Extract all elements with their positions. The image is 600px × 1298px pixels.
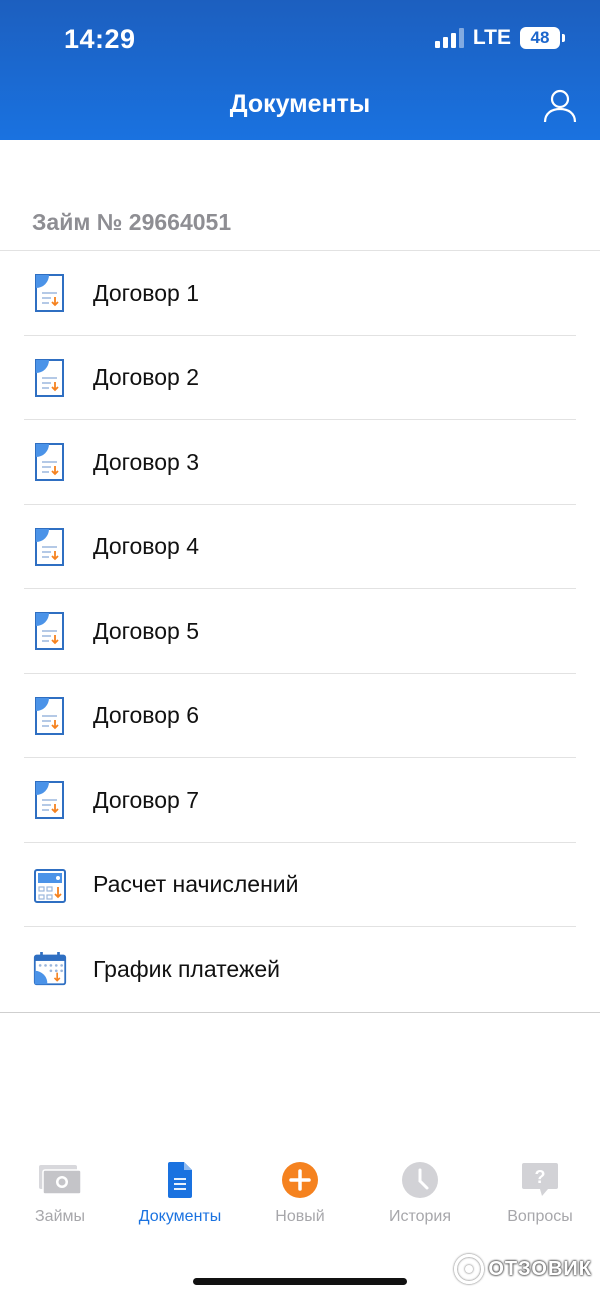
list-item[interactable]: График платежей (0, 927, 600, 1012)
list-item-label: График платежей (93, 955, 280, 982)
tab-loans[interactable]: Займы (0, 1160, 120, 1250)
tab-documents[interactable]: Документы (120, 1160, 240, 1250)
plus-circle-icon (277, 1160, 323, 1200)
list-item-label: Договор 3 (93, 448, 200, 475)
contract-doc-icon (33, 273, 67, 313)
contract-doc-icon (33, 527, 67, 567)
money-icon (37, 1160, 83, 1200)
loan-title: Займ № 29664051 (32, 209, 232, 235)
list-item[interactable]: Договор 7 (0, 758, 600, 843)
list-item[interactable]: Договор 1 (0, 251, 600, 336)
documents-list: Договор 1 Договор 2 Договор 3 Договор 4 … (0, 250, 600, 1013)
list-item-label: Договор 6 (93, 702, 200, 729)
battery-level: 48 (530, 28, 550, 47)
list-item[interactable]: Договор 5 (0, 589, 600, 674)
status-time: 14:29 (64, 24, 136, 54)
clock-icon (397, 1160, 443, 1200)
tab-history[interactable]: История (360, 1160, 480, 1250)
app-header: 14:29 LTE 48 Документы (0, 0, 600, 140)
page-title: Документы (229, 90, 371, 118)
home-indicator[interactable] (193, 1278, 407, 1285)
svg-text:?: ? (535, 1167, 546, 1187)
tab-faq[interactable]: ? Вопросы (480, 1160, 600, 1250)
list-item[interactable]: Расчет начислений (0, 843, 600, 928)
contract-doc-icon (33, 611, 67, 651)
watermark-ring-icon (454, 1254, 485, 1284)
calculator-icon (33, 865, 67, 905)
tab-label: Документы (138, 1208, 222, 1225)
list-item[interactable]: Договор 4 (0, 505, 600, 590)
list-item-label: Договор 2 (93, 364, 200, 391)
network-type: LTE (472, 26, 511, 49)
battery-icon: 48 (520, 27, 565, 49)
user-icon[interactable] (542, 88, 578, 124)
calendar-icon (33, 949, 67, 989)
question-bubble-icon: ? (517, 1160, 563, 1200)
tab-label: История (388, 1208, 452, 1225)
tab-new[interactable]: Новый (240, 1160, 360, 1250)
list-item-label: Договор 4 (93, 533, 200, 560)
document-icon (157, 1160, 203, 1200)
watermark-logo: ОТЗОВИК (454, 1254, 592, 1284)
list-item[interactable]: Договор 3 (0, 420, 600, 505)
list-item-label: Договор 1 (93, 279, 200, 306)
list-item-label: Договор 7 (93, 786, 200, 813)
list-item-label: Расчет начислений (93, 871, 299, 898)
list-item-label: Договор 5 (93, 617, 200, 644)
watermark-text: ОТЗОВИК (488, 1257, 592, 1280)
status-indicators: LTE 48 (434, 26, 565, 50)
tab-label: Новый (275, 1208, 325, 1225)
list-item[interactable]: Договор 6 (0, 674, 600, 759)
tab-label: Вопросы (507, 1208, 573, 1225)
tab-label: Займы (35, 1208, 85, 1225)
contract-doc-icon (33, 358, 67, 398)
signal-icon (434, 28, 464, 48)
tab-bar: Займы Документы Новый История ? Вопросы (0, 1160, 600, 1250)
contract-doc-icon (33, 696, 67, 736)
contract-doc-icon (33, 442, 67, 482)
contract-doc-icon (33, 780, 67, 820)
list-item[interactable]: Договор 2 (0, 336, 600, 421)
